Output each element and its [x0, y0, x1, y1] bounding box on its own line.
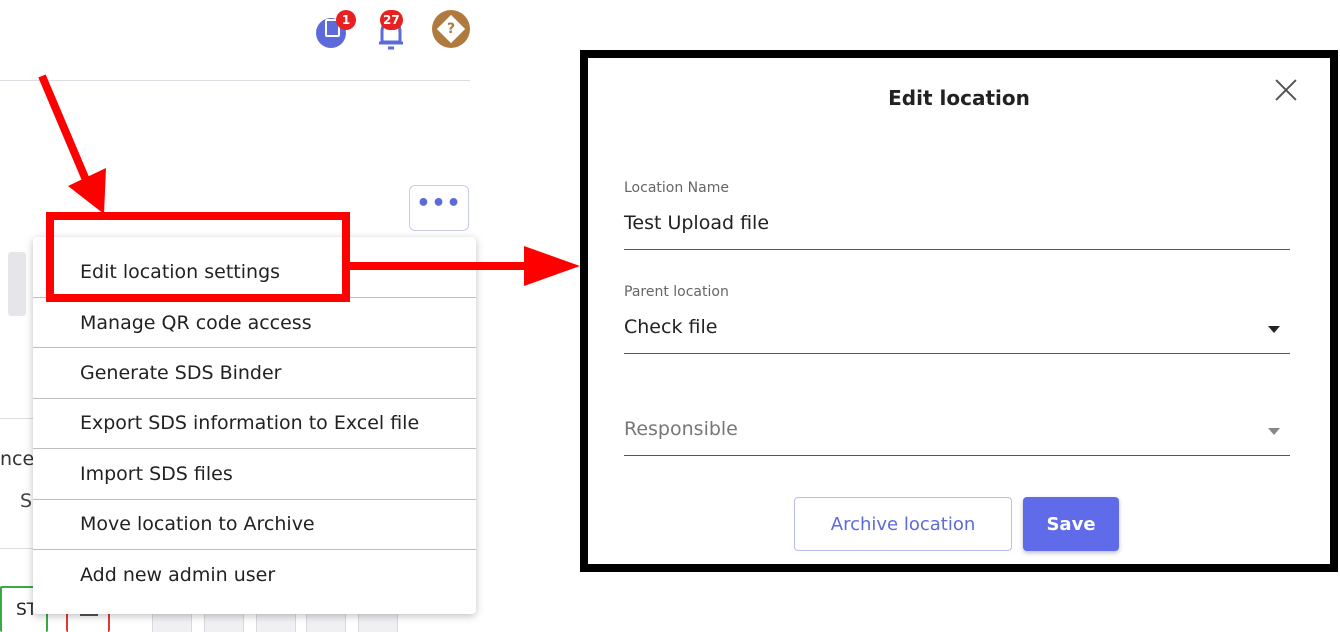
menu-item-export-sds-excel[interactable]: Export SDS information to Excel file	[33, 399, 476, 450]
divider	[0, 548, 36, 549]
chevron-down-icon	[1268, 428, 1280, 435]
annotation-highlight-box	[46, 212, 350, 302]
location-name-field[interactable]: Location Name Test Upload file	[624, 176, 1290, 250]
help-diamond-icon: ?	[436, 14, 466, 44]
menu-item-add-admin-user[interactable]: Add new admin user	[33, 550, 476, 600]
menu-item-generate-sds-binder[interactable]: Generate SDS Binder	[33, 348, 476, 399]
more-options-button[interactable]: •••	[409, 185, 469, 231]
location-name-value[interactable]: Test Upload file	[624, 212, 769, 234]
menu-item-import-sds-files[interactable]: Import SDS files	[33, 449, 476, 500]
help-button[interactable]: ?	[432, 10, 470, 48]
parent-location-label: Parent location	[624, 284, 729, 300]
location-name-label: Location Name	[624, 180, 729, 196]
responsible-placeholder: Responsible	[624, 418, 738, 440]
dialog-title: Edit location	[888, 86, 1030, 110]
annotation-arrowhead	[68, 168, 106, 214]
divider	[0, 418, 36, 419]
menu-item-move-to-archive[interactable]: Move location to Archive	[33, 500, 476, 550]
parent-location-value: Check file	[624, 316, 718, 338]
screen: 1 27 ? nce S ST ••• Edit location settin…	[0, 0, 1340, 632]
background-partial-text: S	[20, 490, 33, 512]
annotation-arrowhead	[524, 246, 580, 286]
responsible-select[interactable]: Responsible	[624, 404, 1290, 456]
notes-badge: 1	[336, 10, 356, 30]
notes-button[interactable]: 1	[316, 10, 356, 48]
annotation-arrow-down	[38, 74, 90, 182]
close-icon[interactable]	[1272, 76, 1300, 104]
header-icons: 1 27 ?	[316, 10, 470, 50]
edit-location-dialog: Edit location Location Name Test Upload …	[580, 50, 1338, 572]
chevron-down-icon	[1268, 326, 1280, 333]
menu-item-manage-qr-code-access[interactable]: Manage QR code access	[33, 298, 476, 349]
background-panel-edge	[8, 252, 26, 316]
header-divider	[0, 80, 470, 81]
parent-location-select[interactable]: Parent location Check file	[624, 280, 1290, 354]
save-button[interactable]: Save	[1023, 497, 1119, 551]
alerts-button[interactable]: 27	[374, 10, 408, 50]
background-partial-text: nce	[0, 448, 35, 470]
archive-location-button[interactable]: Archive location	[794, 497, 1012, 551]
alerts-badge: 27	[380, 10, 403, 30]
